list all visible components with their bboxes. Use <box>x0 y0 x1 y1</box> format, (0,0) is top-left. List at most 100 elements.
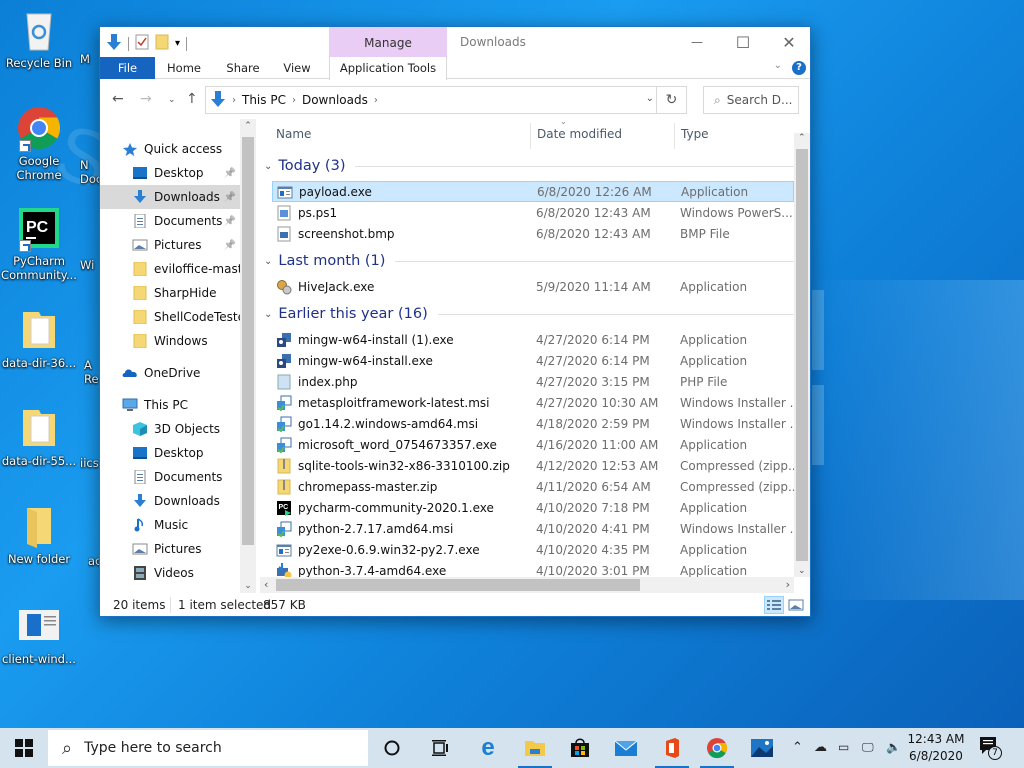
tab-file[interactable]: File <box>100 57 155 79</box>
nav-item-onedrive[interactable]: OneDrive <box>100 361 240 385</box>
nav-item-3d-objects[interactable]: 3D Objects <box>100 417 240 441</box>
taskbar-search-box[interactable]: ⌕ Type here to search <box>48 730 368 766</box>
file-row[interactable]: PC pycharm-community-2020.1.exe 4/10/2020 … <box>272 497 794 518</box>
scrollbar-thumb[interactable] <box>796 149 808 561</box>
desktop-icon-partial[interactable]: N Doc <box>80 158 100 186</box>
nav-item-quick-access[interactable]: Quick access <box>100 137 240 161</box>
desktop-icon-partial[interactable]: Wi <box>80 258 100 272</box>
breadcrumb-downloads[interactable]: Downloads <box>302 93 368 107</box>
title-bar[interactable]: ▾ Manage Downloads — ☐ ✕ <box>100 27 810 57</box>
nav-item-windows[interactable]: Windows <box>100 329 240 353</box>
desktop-icon-partial[interactable]: M <box>80 52 100 66</box>
cortana-button[interactable] <box>369 728 415 768</box>
nav-item-videos[interactable]: Videos <box>100 561 240 585</box>
file-row[interactable]: metasploitframework-latest.msi 4/27/2020 … <box>272 392 801 413</box>
file-row[interactable]: py2exe-0.6.9.win32-py2.7.exe 4/10/2020 4:… <box>272 539 794 560</box>
column-header-date-modified[interactable]: Date modified <box>537 127 622 141</box>
desktop-icon-chrome[interactable]: Google Chrome <box>1 106 77 182</box>
address-dropdown-icon[interactable]: ⌄ <box>646 93 654 104</box>
desktop-icon-new-folder[interactable]: New folder <box>1 504 77 566</box>
minimize-button[interactable]: — <box>674 27 720 57</box>
desktop-icon-recycle-bin[interactable]: Recycle Bin <box>1 8 77 70</box>
nav-item-shellcodetester[interactable]: ShellCodeTester <box>100 305 250 329</box>
mail-button[interactable] <box>603 728 649 768</box>
nav-item-downloads[interactable]: Downloads 📌 <box>100 185 240 209</box>
new-folder-icon[interactable] <box>155 34 169 53</box>
properties-icon[interactable] <box>135 34 149 53</box>
nav-item-pictures[interactable]: Pictures 📌 <box>100 233 240 257</box>
file-list-vertical-scrollbar[interactable]: ⌃ ⌄ <box>794 133 810 577</box>
nav-item-music[interactable]: Music <box>100 513 240 537</box>
search-input[interactable]: ⌕ Search D... <box>703 86 799 114</box>
close-button[interactable]: ✕ <box>766 27 812 57</box>
column-header-name[interactable]: Name <box>276 127 311 141</box>
tab-application-tools[interactable]: Application Tools <box>329 57 447 80</box>
system-clock[interactable]: 12:43 AM 6/8/2020 <box>906 731 966 765</box>
group-header[interactable]: ⌄ Today (3) <box>264 155 794 177</box>
scrollbar-thumb[interactable] <box>276 579 640 591</box>
navigation-pane-scrollbar[interactable]: ⌃ ⌄ <box>240 119 256 593</box>
nav-item-documents[interactable]: Documents <box>100 465 240 489</box>
column-header-type[interactable]: Type <box>681 127 709 141</box>
group-header[interactable]: ⌄ Earlier this year (16) <box>264 303 794 325</box>
chevron-right-icon[interactable]: › <box>232 95 236 106</box>
help-icon[interactable]: ? <box>792 61 806 75</box>
up-button[interactable]: ↑ <box>186 91 198 107</box>
expand-ribbon-icon[interactable]: ⌄ <box>774 60 782 71</box>
nav-item-sharphide[interactable]: SharpHide <box>100 281 240 305</box>
desktop-icon-data-dir-55[interactable]: data-dir-55... <box>1 406 77 468</box>
desktop-icon-pycharm[interactable]: PC PyCharm Community... <box>1 206 77 282</box>
scroll-down-icon[interactable]: ⌄ <box>798 566 806 576</box>
chevron-right-icon[interactable]: › <box>292 95 296 106</box>
large-icons-view-button[interactable] <box>786 596 806 614</box>
photos-button[interactable] <box>739 728 785 768</box>
address-bar[interactable]: › This PC › Downloads › ⌄ <box>205 86 657 114</box>
file-row[interactable]: go1.14.2.windows-amd64.msi 4/18/2020 2:59… <box>272 413 801 434</box>
details-view-button[interactable] <box>764 596 784 614</box>
refresh-button[interactable]: ↻ <box>657 86 687 114</box>
edge-button[interactable]: e <box>465 728 511 768</box>
tab-manage[interactable]: Manage <box>329 27 447 57</box>
desktop-icon-client-window[interactable]: client-wind... <box>1 604 77 666</box>
nav-item-downloads[interactable]: Downloads <box>100 489 240 513</box>
nav-item-documents[interactable]: Documents 📌 <box>100 209 240 233</box>
file-row[interactable]: ps.ps1 6/8/2020 12:43 AM Windows PowerS... <box>272 202 794 223</box>
action-center-button[interactable]: 7 <box>978 736 1008 762</box>
onedrive-tray-icon[interactable]: ☁ <box>814 740 827 755</box>
collapse-chevron-icon[interactable]: ⌄ <box>264 309 272 320</box>
back-button[interactable]: ← <box>112 91 124 107</box>
maximize-button[interactable]: ☐ <box>720 27 766 57</box>
desktop-icon-data-dir-36[interactable]: data-dir-36... <box>1 308 77 370</box>
scroll-down-icon[interactable]: ⌄ <box>240 581 256 591</box>
customize-toolbar-icon[interactable]: ▾ <box>175 38 180 49</box>
forward-button[interactable]: → <box>140 91 152 107</box>
network-icon[interactable]: 🖵 <box>862 740 874 755</box>
store-button[interactable] <box>557 728 603 768</box>
file-row[interactable]: mingw-w64-install.exe 4/27/2020 6:14 PM Ap… <box>272 350 794 371</box>
file-row[interactable]: HiveJack.exe 5/9/2020 11:14 AM Application <box>272 276 794 297</box>
tab-share[interactable]: Share <box>218 57 268 79</box>
file-explorer-taskbar-button[interactable] <box>512 728 558 768</box>
scroll-up-icon[interactable]: ⌃ <box>798 133 806 143</box>
office-button[interactable] <box>649 728 695 768</box>
file-row[interactable]: index.php 4/27/2020 3:15 PM PHP File <box>272 371 794 392</box>
file-row[interactable]: mingw-w64-install (1).exe 4/27/2020 6:14 … <box>272 329 794 350</box>
scroll-up-icon[interactable]: ⌃ <box>240 121 256 131</box>
nav-item-this-pc[interactable]: This PC <box>100 393 240 417</box>
file-row[interactable]: sqlite-tools-win32-x86-3310100.zip 4/12/2… <box>272 455 799 476</box>
power-icon[interactable]: ▭ <box>838 740 849 754</box>
volume-icon[interactable]: 🔈 <box>886 740 901 754</box>
column-divider[interactable] <box>530 123 531 149</box>
tab-home[interactable]: Home <box>158 57 210 79</box>
collapse-chevron-icon[interactable]: ⌄ <box>264 256 272 267</box>
recent-locations-icon[interactable]: ⌄ <box>168 95 176 105</box>
collapse-chevron-icon[interactable]: ⌄ <box>264 161 272 172</box>
task-view-button[interactable] <box>417 728 463 768</box>
desktop-icon-partial[interactable]: A Re <box>84 358 100 386</box>
start-button[interactable] <box>0 728 48 768</box>
nav-item-pictures[interactable]: Pictures <box>100 537 240 561</box>
scroll-left-icon[interactable]: ‹ <box>264 578 268 591</box>
scroll-right-icon[interactable]: › <box>786 578 790 591</box>
scrollbar-thumb[interactable] <box>242 137 254 545</box>
nav-item-desktop[interactable]: Desktop 📌 <box>100 161 240 185</box>
